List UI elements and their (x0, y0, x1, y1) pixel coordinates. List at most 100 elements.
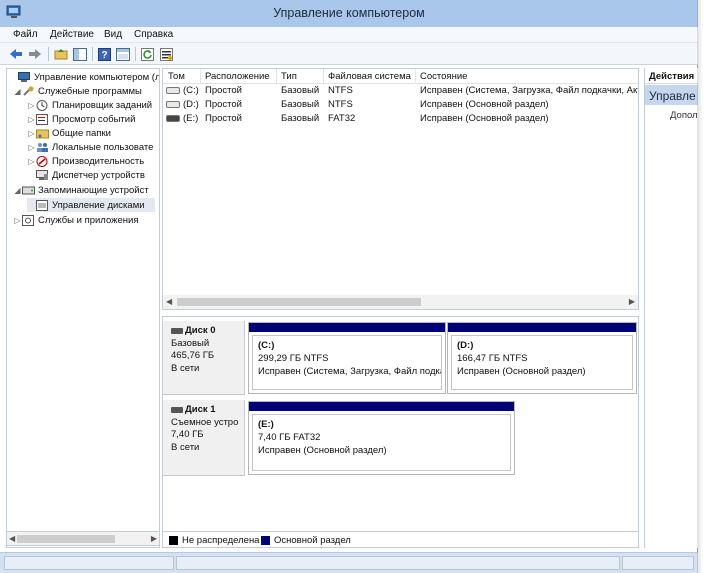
menu-help[interactable]: Справка (134, 29, 173, 40)
svg-text:?: ? (101, 50, 107, 61)
actions-section-disk-management[interactable]: Управле (645, 85, 698, 105)
partition-d[interactable]: (D:) 166,47 ГБ NTFS Исправен (Основной р… (447, 322, 637, 394)
partition-d-status: Исправен (Основной раздел) (457, 366, 586, 377)
actions-title: Действия (645, 68, 698, 84)
tree-item-system-tools[interactable]: ◢ Служебные программы (13, 84, 142, 98)
scroll-left-arrow-icon[interactable]: ◀ (166, 297, 172, 306)
volume-icon (166, 115, 180, 122)
column-divider[interactable] (323, 69, 324, 84)
partition-c-name: (C:) (258, 340, 275, 351)
tree-item-disk-management[interactable]: Управление дисками (27, 198, 155, 212)
show-hide-tree-icon[interactable] (72, 46, 88, 62)
tree-item-services-apps[interactable]: ▷ Службы и приложения (13, 213, 138, 227)
volume-icon (166, 87, 180, 94)
forward-arrow-icon[interactable] (27, 46, 43, 62)
cell-type: Базовый (281, 85, 320, 96)
column-divider[interactable] (200, 69, 201, 84)
expand-chevron-icon[interactable]: ▷ (27, 129, 36, 138)
column-divider[interactable] (415, 69, 416, 84)
disk-0-state: В сети (171, 362, 200, 374)
list-horizontal-scrollbar[interactable]: ◀ ▶ (163, 295, 638, 309)
expand-chevron-icon[interactable]: ▷ (27, 101, 36, 110)
tree-item-local-users[interactable]: ▷ Локальные пользовате (27, 140, 153, 154)
tree-item-label: Просмотр событий (52, 113, 136, 125)
unallocated-swatch (169, 536, 178, 545)
scroll-right-arrow-icon[interactable]: ▶ (151, 534, 157, 543)
disk-1-label[interactable]: Диск 1 Съемное устро 7,40 ГБ В сети (163, 400, 245, 476)
show-hide-action-pane-icon[interactable] (115, 46, 131, 62)
partition-e-name: (E:) (258, 419, 274, 430)
expand-chevron-icon[interactable]: ▷ (27, 115, 36, 124)
menu-action[interactable]: Действие (50, 29, 94, 40)
cell-type: Базовый (281, 99, 320, 110)
cell-layout: Простой (205, 113, 242, 124)
column-header-filesystem[interactable]: Файловая система (328, 71, 411, 82)
disk-0-label[interactable]: Диск 0 Базовый 465,76 ГБ В сети (163, 321, 245, 395)
tree-item-event-viewer[interactable]: ▷ Просмотр событий (27, 112, 135, 126)
cell-type: Базовый (281, 113, 320, 124)
disk-1-name: Диск 1 (171, 404, 244, 417)
tree-item-storage[interactable]: ◢ Запоминающие устройст (13, 183, 148, 197)
primary-partition-bar (448, 323, 636, 332)
expand-chevron-icon[interactable]: ▷ (27, 157, 36, 166)
cell-volume: (D:) (183, 99, 199, 110)
title-bar[interactable]: Управление компьютером (0, 0, 698, 27)
scrollbar-thumb[interactable] (177, 298, 421, 306)
tree-item-performance[interactable]: ▷ Производительность (27, 154, 144, 168)
tree-item-label: Службы и приложения (38, 214, 139, 226)
scrollbar-thumb[interactable] (17, 535, 115, 543)
menu-view[interactable]: Вид (104, 29, 122, 40)
refresh-icon[interactable] (139, 46, 155, 62)
tree-item-label: Управление дисками (52, 199, 145, 211)
properties-icon[interactable] (158, 46, 174, 62)
collapse-chevron-icon[interactable]: ◢ (13, 186, 22, 195)
tree-item-shared-folders[interactable]: ▷ Общие папки (27, 126, 111, 140)
disk-0-size: 465,76 ГБ (171, 350, 215, 361)
toolbar: ? (0, 43, 698, 65)
folder-up-icon[interactable] (53, 46, 69, 62)
help-icon[interactable]: ? (96, 46, 112, 62)
tree-item-task-scheduler[interactable]: ▷ Планировщик заданий (27, 98, 152, 112)
cell-filesystem: FAT32 (328, 113, 356, 124)
table-row[interactable]: (C:) Простой Базовый NTFS Исправен (Сист… (163, 84, 638, 97)
toolbar-separator (48, 47, 49, 61)
tree-item-computer-management[interactable]: Управление компьютером (л (9, 70, 159, 84)
expand-chevron-icon[interactable]: ▷ (13, 216, 22, 225)
actions-pane: Действия Управле Допол (644, 68, 698, 548)
partition-e-status: Исправен (Основной раздел) (258, 445, 387, 456)
legend: Не распределена Основной раздел (162, 531, 639, 548)
column-header-layout[interactable]: Расположение (205, 71, 270, 82)
partition-c[interactable]: (C:) 299,29 ГБ NTFS Исправен (Система, З… (248, 322, 446, 394)
cell-status: Исправен (Основной раздел) (420, 99, 549, 110)
cell-layout: Простой (205, 85, 242, 96)
column-divider[interactable] (276, 69, 277, 84)
cell-status: Исправен (Основной раздел) (420, 113, 549, 124)
cell-filesystem: NTFS (328, 85, 353, 96)
more-actions-link[interactable]: Допол (670, 110, 698, 121)
status-segment (622, 556, 694, 570)
collapse-chevron-icon[interactable]: ◢ (13, 87, 22, 96)
column-header-type[interactable]: Тип (281, 71, 297, 82)
table-row[interactable]: (E:) Простой Базовый FAT32 Исправен (Осн… (163, 112, 638, 125)
column-header-status[interactable]: Состояние (420, 71, 467, 82)
back-arrow-icon[interactable] (8, 46, 24, 62)
partition-e[interactable]: (E:) 7,40 ГБ FAT32 Исправен (Основной ра… (248, 401, 515, 475)
tree-item-label: Служебные программы (38, 85, 142, 97)
disk-1-state: В сети (171, 441, 200, 453)
window-title: Управление компьютером (273, 6, 425, 20)
status-bar (0, 552, 698, 573)
tree-item-device-manager[interactable]: Диспетчер устройств (27, 168, 145, 182)
disk-map: Диск 0 Базовый 465,76 ГБ В сети (C:) 299… (162, 316, 639, 548)
column-header-volume[interactable]: Том (168, 71, 185, 82)
app-window: Управление компьютером Файл Действие Вид… (0, 0, 703, 573)
scroll-right-arrow-icon[interactable]: ▶ (629, 297, 635, 306)
disk-0-kind: Базовый (171, 337, 210, 349)
table-row[interactable]: (D:) Простой Базовый NTFS Исправен (Осно… (163, 98, 638, 111)
menu-file[interactable]: Файл (13, 29, 38, 40)
tree-item-label: Общие папки (52, 127, 111, 139)
partition-d-name: (D:) (457, 340, 474, 351)
expand-chevron-icon[interactable]: ▷ (27, 143, 36, 152)
scroll-left-arrow-icon[interactable]: ◀ (9, 534, 15, 543)
removable-disk-icon (171, 407, 183, 414)
tree-horizontal-scrollbar[interactable]: ◀ ▶ (6, 531, 160, 546)
